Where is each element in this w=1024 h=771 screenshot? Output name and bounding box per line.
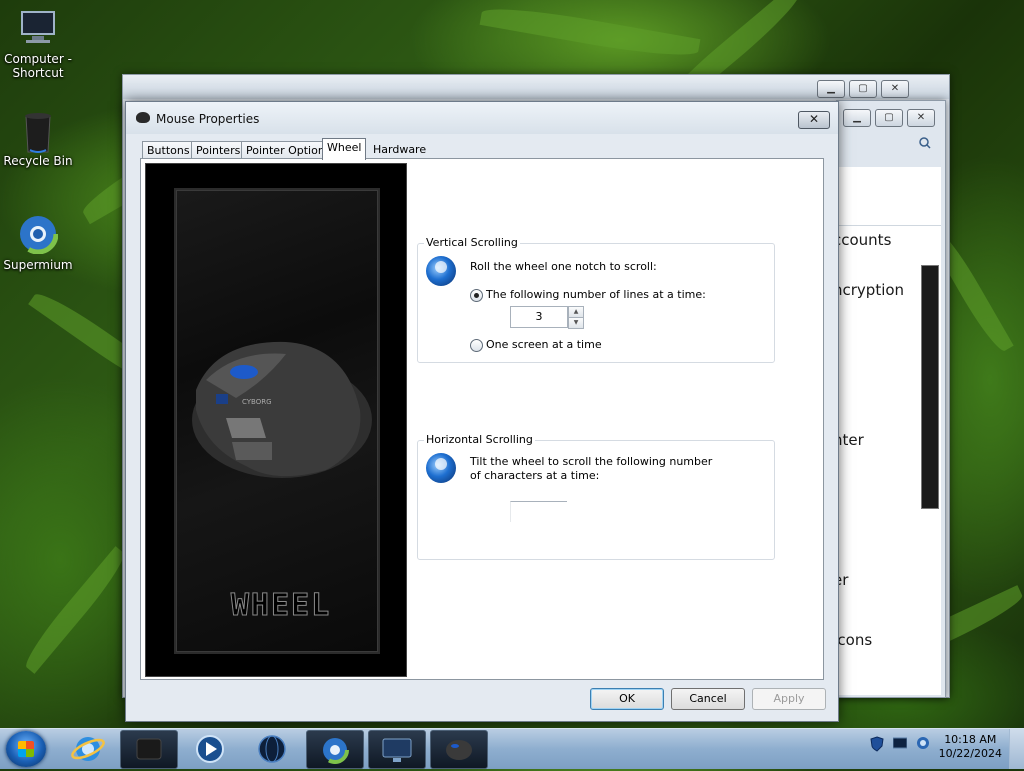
ok-button[interactable]: OK [590,688,664,710]
svg-text:CYBORG: CYBORG [242,398,272,406]
close-button[interactable]: ✕ [907,109,935,127]
minimize-button[interactable]: ▁ [843,109,871,127]
desktop-icon-label: Recycle Bin [3,154,73,168]
lines-radio-label[interactable]: The following number of lines at a time: [486,288,706,301]
cp-link[interactable]: ccounts [833,231,891,249]
desktop-icon-computer[interactable]: Computer - Shortcut [0,8,76,80]
close-button[interactable]: ✕ [881,80,909,98]
spin-down-button[interactable]: ▼ [568,317,584,329]
vertical-scrolling-group: Vertical Scrolling Roll the wheel one no… [417,236,775,363]
tab-buttons[interactable]: Buttons [142,141,195,159]
dialog-title: Mouse Properties [156,112,260,126]
globe-icon [258,735,286,763]
windows-logo-icon [18,741,34,757]
tab-pointers[interactable]: Pointers [191,141,246,159]
characters-input[interactable] [510,501,567,522]
supermium-icon [321,736,349,764]
taskbar-item[interactable] [430,730,488,769]
scroll-wheel-icon [426,256,456,286]
mouse-banner-frame: CYBORG WHEEL [174,188,380,654]
control-panel-window[interactable]: ▁ ▢ ✕ ccounts ncryption nter er Icons [833,100,946,698]
taskbar: 10:18 AM 10/22/2024 [0,728,1024,769]
clock-time: 10:18 AM [944,733,997,746]
computer-icon [18,8,58,48]
start-button[interactable] [6,731,46,767]
control-panel-content: ccounts ncryption nter er Icons [833,167,941,695]
monitor-app-icon [382,738,412,762]
taskbar-item[interactable] [244,730,300,767]
supermium-icon [17,213,59,255]
lines-radio[interactable] [470,289,483,302]
maximize-button[interactable]: ▢ [849,80,877,98]
black-box-app-icon [136,738,162,760]
ie-icon [71,737,105,761]
tab-hardware[interactable]: Hardware [369,141,430,158]
dialog-titlebar[interactable]: Mouse Properties ✕ [126,102,838,134]
group-label: Horizontal Scrolling [424,433,535,446]
maximize-button[interactable]: ▢ [875,109,903,127]
wheel-banner-text: WHEEL [230,588,332,624]
scrollbar[interactable] [921,265,939,509]
mouse-properties-dialog: Mouse Properties ✕ Buttons Pointers Poin… [125,101,839,722]
one-screen-radio[interactable] [470,339,483,352]
gaming-mouse-image: CYBORG [192,341,372,478]
taskbar-item[interactable] [182,730,238,767]
shield-icon[interactable] [870,736,884,752]
horizontal-scrolling-group: Horizontal Scrolling Tilt the wheel to s… [417,433,775,560]
clock[interactable]: 10:18 AM 10/22/2024 [939,733,1002,761]
show-desktop-button[interactable] [1009,729,1024,769]
media-player-icon [196,735,224,763]
taskbar-item[interactable] [120,730,178,769]
network-icon[interactable] [916,736,930,750]
one-screen-radio-label[interactable]: One screen at a time [486,338,602,351]
scroll-wheel-icon [426,453,456,483]
horizontal-instruction-line2: of characters at a time: [470,469,600,482]
mouse-banner: CYBORG WHEEL [145,163,407,677]
display-icon[interactable] [892,736,908,750]
cp-link[interactable]: ncryption [833,281,904,299]
group-label: Vertical Scrolling [424,236,520,249]
mouse-properties-icon [446,740,472,760]
close-button[interactable]: ✕ [798,111,830,129]
minimize-button[interactable]: ▁ [817,80,845,98]
clock-date: 10/22/2024 [938,747,1002,760]
desktop-icon-label: Supermium [3,258,73,272]
vertical-instruction: Roll the wheel one notch to scroll: [470,260,657,273]
apply-button[interactable]: Apply [752,688,826,710]
cancel-button[interactable]: Cancel [671,688,745,710]
recycle-bin-icon [18,110,58,153]
lines-input[interactable]: 3 [510,306,568,328]
taskbar-pinned-ie[interactable] [60,730,116,767]
taskbar-item[interactable] [306,730,364,769]
desktop-icon-recycle-bin[interactable]: Recycle Bin [0,110,76,168]
taskbar-item[interactable] [368,730,426,769]
desktop-icon-supermium[interactable]: Supermium [0,213,76,272]
search-icon[interactable] [919,137,931,149]
desktop-icon-label: Computer - Shortcut [4,52,72,80]
wheel-tab-panel: CYBORG WHEEL Vertical Scrolling Roll the… [140,158,824,680]
tab-wheel[interactable]: Wheel [322,138,367,160]
horizontal-instruction-line1: Tilt the wheel to scroll the following n… [470,455,713,468]
mouse-icon [136,112,150,123]
